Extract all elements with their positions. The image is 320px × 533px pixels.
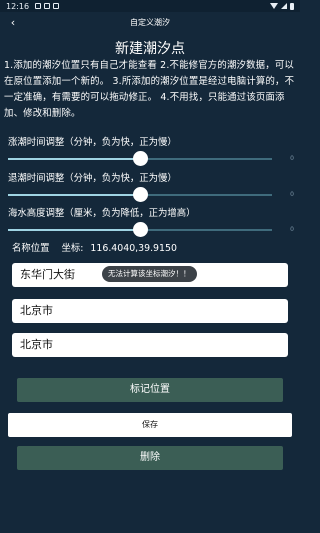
- notification-status-icon: [53, 3, 60, 9]
- battery-icon: [290, 2, 294, 10]
- sea-height-fill: [8, 229, 140, 231]
- province-field[interactable]: 北京市: [12, 333, 288, 357]
- description-text: 1.添加的潮汐位置只有自己才能查看 2.不能修官方的潮汐数据，可以在原位置添加一…: [4, 60, 295, 119]
- delete-button[interactable]: 删除: [17, 446, 283, 470]
- toolbar-title: 自定义潮汐: [130, 17, 170, 27]
- sea-height-thumb[interactable]: [132, 222, 148, 237]
- toast-message: 无法计算该坐标潮汐！！: [102, 266, 197, 282]
- fall-time-slider-block: 退潮时间调整（分钟，负为快，正为慢） 0: [8, 172, 296, 208]
- back-chevron-icon[interactable]: ‹: [6, 15, 20, 29]
- image-status-icon: [44, 3, 51, 9]
- toolbar: ‹ 自定义潮汐: [0, 12, 300, 32]
- settings-status-icon: [35, 3, 42, 9]
- coordinate-row: 名称位置 坐标: 116.4040,39.9150: [12, 240, 177, 254]
- signal-icon: [281, 3, 287, 9]
- fall-time-thumb[interactable]: [132, 187, 148, 202]
- mark-location-button[interactable]: 标记位置: [17, 378, 283, 402]
- sea-height-label: 海水高度调整（厘米，负为降低，正为增高）: [8, 208, 196, 219]
- fall-time-label: 退潮时间调整（分钟，负为快，正为慢）: [8, 173, 177, 184]
- status-time: 12:16: [6, 1, 30, 11]
- rise-time-slider-block: 涨潮时间调整（分钟，负为快，正为慢） 0: [8, 136, 296, 172]
- coordinate-value: 116.4040,39.9150: [90, 243, 177, 254]
- rise-time-fill: [8, 158, 140, 160]
- rise-time-thumb[interactable]: [132, 151, 148, 166]
- city-field[interactable]: 北京市: [12, 299, 288, 323]
- rise-time-value: 0: [290, 155, 294, 162]
- sea-height-value: 0: [290, 226, 294, 233]
- status-bar: 12:16: [0, 0, 300, 12]
- wifi-icon: [270, 3, 278, 9]
- page-heading: 新建潮汐点: [115, 41, 185, 57]
- coordinate-label: 坐标:: [61, 243, 84, 254]
- sea-height-slider-block: 海水高度调整（厘米，负为降低，正为增高） 0: [8, 207, 296, 243]
- status-icons-right: [270, 2, 294, 10]
- fall-time-value: 0: [290, 191, 294, 198]
- fall-time-fill: [8, 194, 140, 196]
- save-button[interactable]: 保存: [8, 413, 292, 437]
- name-location-label: 名称位置: [12, 243, 50, 254]
- rise-time-label: 涨潮时间调整（分钟，负为快，正为慢）: [8, 137, 177, 148]
